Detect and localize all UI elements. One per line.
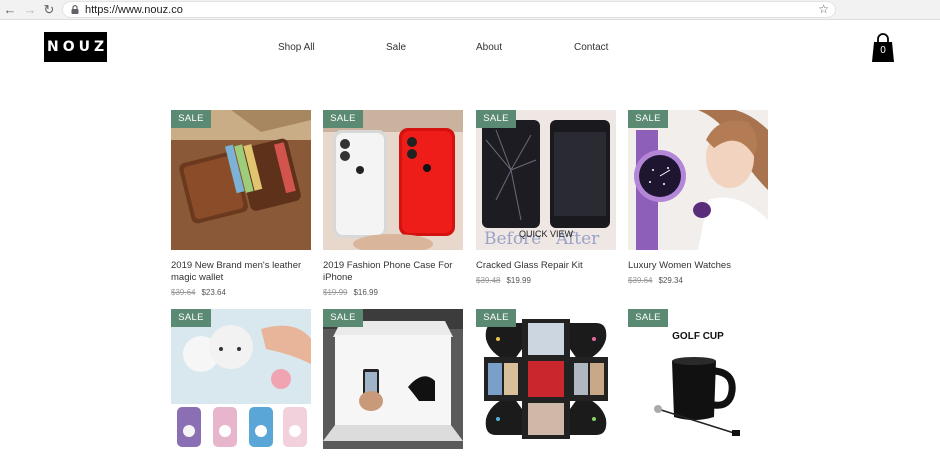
sale-badge: SALE — [628, 309, 668, 327]
wallet-image — [171, 110, 311, 250]
sale-badge: SALE — [171, 309, 211, 327]
original-price: $39.64 — [171, 288, 196, 297]
product-card[interactable]: GOLF CUP SALE — [628, 309, 768, 449]
product-card[interactable]: SALE — [323, 309, 463, 449]
quick-view-button[interactable]: QUICK VIEW — [476, 228, 616, 240]
url-text: https://www.nouz.co — [85, 4, 183, 16]
sale-badge: SALE — [171, 110, 211, 128]
forward-arrow-icon[interactable]: → — [22, 2, 38, 18]
lightbox-image — [323, 309, 463, 449]
product-image[interactable]: SALE — [171, 309, 311, 449]
sale-price: $19.99 — [506, 276, 531, 285]
product-price: $19.99 $16.99 — [323, 288, 463, 298]
squishy-case-image — [171, 309, 311, 449]
product-price: $39.64 $23.64 — [171, 288, 311, 298]
sale-badge: SALE — [476, 110, 516, 128]
product-name[interactable]: Luxury Women Watches — [628, 260, 768, 272]
sale-price: $16.99 — [353, 288, 378, 297]
product-card[interactable]: SALE — [476, 309, 616, 449]
explosion-box-image — [476, 309, 616, 449]
sale-badge: SALE — [323, 110, 363, 128]
product-price: $39.64 $29.34 — [628, 276, 768, 286]
nav-shop-all[interactable]: Shop All — [278, 42, 315, 54]
original-price: $39.48 — [476, 276, 501, 285]
product-card[interactable]: SALE — [171, 309, 311, 449]
product-image[interactable]: Before After SALE QUICK VIEW — [476, 110, 616, 250]
nav-contact[interactable]: Contact — [574, 42, 608, 54]
phone-case-image — [323, 110, 463, 250]
nav-sale[interactable]: Sale — [386, 42, 406, 54]
address-bar[interactable]: https://www.nouz.co ☆ — [62, 1, 836, 18]
site-logo[interactable]: NOUZ — [44, 32, 107, 62]
golf-cup-title: GOLF CUP — [672, 331, 724, 342]
product-name[interactable]: 2019 New Brand men's leather magic walle… — [171, 260, 311, 284]
watch-image — [628, 110, 768, 250]
product-card[interactable]: SALE 2019 Fashion Phone Case For iPhone … — [323, 110, 463, 298]
browser-toolbar: ← → ↻ https://www.nouz.co ☆ — [0, 0, 940, 20]
bookmark-star-icon[interactable]: ☆ — [818, 2, 829, 17]
product-card[interactable]: SALE Luxury Women Watches $39.64 $29.34 — [628, 110, 768, 286]
product-image[interactable]: SALE — [323, 110, 463, 250]
cart-count: 0 — [880, 45, 886, 56]
golf-cup-image: GOLF CUP — [628, 309, 768, 449]
product-image[interactable]: SALE — [476, 309, 616, 449]
original-price: $19.99 — [323, 288, 348, 297]
product-card[interactable]: SALE 2019 New Brand men's leather magic … — [171, 110, 311, 298]
sale-badge: SALE — [628, 110, 668, 128]
nav-about[interactable]: About — [476, 42, 502, 54]
product-card[interactable]: Before After SALE QUICK VIEW Cracked Gla… — [476, 110, 616, 286]
lock-icon — [71, 5, 79, 14]
cart-button[interactable]: 0 — [871, 33, 895, 62]
sale-price: $23.64 — [201, 288, 226, 297]
back-arrow-icon[interactable]: ← — [2, 2, 18, 18]
sale-badge: SALE — [476, 309, 516, 327]
sale-price: $29.34 — [658, 276, 683, 285]
reload-icon[interactable]: ↻ — [41, 2, 57, 18]
product-image[interactable]: SALE — [171, 110, 311, 250]
product-image[interactable]: SALE — [323, 309, 463, 449]
product-name[interactable]: 2019 Fashion Phone Case For iPhone — [323, 260, 463, 284]
product-image[interactable]: GOLF CUP SALE — [628, 309, 768, 449]
product-price: $39.48 $19.99 — [476, 276, 616, 286]
product-name[interactable]: Cracked Glass Repair Kit — [476, 260, 616, 272]
original-price: $39.64 — [628, 276, 653, 285]
product-image[interactable]: SALE — [628, 110, 768, 250]
sale-badge: SALE — [323, 309, 363, 327]
